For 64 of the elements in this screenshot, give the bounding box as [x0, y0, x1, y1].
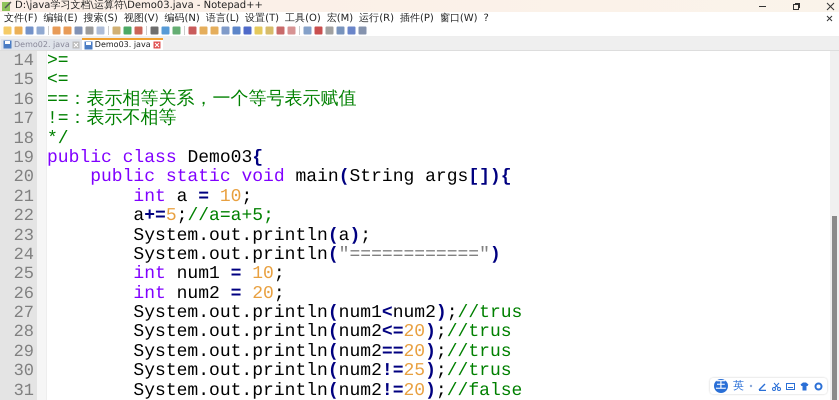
dot-icon[interactable]	[749, 382, 753, 390]
line-number: 25	[12, 265, 35, 285]
menu-item[interactable]: 工具(O)	[285, 12, 321, 24]
file-icon	[3, 40, 12, 49]
code-line: */	[47, 128, 69, 149]
line-number: 24	[12, 246, 35, 266]
menu-item[interactable]: 窗口(W)	[440, 12, 478, 24]
file-tab[interactable]: Demo03. java	[82, 38, 163, 50]
line-number: 29	[12, 342, 35, 362]
line-number: 14	[12, 52, 35, 72]
close-icon[interactable]	[826, 15, 833, 22]
line-number: 22	[12, 207, 35, 227]
menu-item[interactable]: 语言(L)	[206, 12, 240, 24]
code-line: public static void main(String args[]){	[89, 167, 512, 188]
code-line: !=：表示不相等	[47, 109, 177, 130]
menu-item[interactable]: 运行(R)	[359, 12, 394, 24]
line-number: 30	[12, 362, 35, 382]
scissors-icon[interactable]	[772, 382, 781, 390]
line-number: 18	[12, 130, 35, 149]
code-line: System.out.println("============")	[132, 244, 501, 265]
line-number: 19	[12, 148, 35, 168]
menu-item[interactable]: 编辑(E)	[44, 12, 78, 24]
menu-item[interactable]: 搜索(S)	[84, 12, 118, 24]
code-line: System.out.println(a);	[132, 226, 372, 246]
line-number: 31	[12, 382, 35, 400]
line-number: 15	[12, 71, 35, 91]
menu-item[interactable]: 编码(N)	[164, 12, 200, 24]
shirt-icon[interactable]	[800, 382, 809, 390]
notepad-icon	[2, 1, 12, 11]
code-line: <=	[47, 70, 69, 90]
code-line: System.out.println(num2!=20);//false	[132, 380, 522, 400]
ime-logo[interactable]: 王	[714, 379, 728, 393]
line-number: 23	[12, 226, 35, 246]
ime-mode[interactable]: 英	[733, 379, 744, 393]
keyboard-icon[interactable]	[786, 382, 795, 390]
code-line: a+=5;//a=a+5;	[132, 206, 274, 226]
settings-icon[interactable]	[814, 382, 823, 390]
code-line: public class Demo03{	[47, 148, 264, 168]
line-number: 26	[12, 284, 35, 304]
code-line: System.out.println(num2==20);//trus	[132, 342, 512, 362]
code-line: System.out.println(num1<num2);//trus	[132, 303, 522, 324]
menu-item[interactable]: 视图(V)	[124, 12, 158, 24]
restore-icon[interactable]	[792, 2, 801, 10]
menu-item[interactable]: 宏(M)	[326, 12, 354, 24]
line-number: 28	[12, 323, 35, 343]
line-number: 27	[12, 304, 35, 324]
menu-item[interactable]: ?	[484, 12, 489, 24]
file-icon	[84, 40, 93, 50]
line-number: 16	[12, 90, 35, 110]
line-number: 17	[12, 110, 35, 130]
menu-item[interactable]: 插件(P)	[400, 12, 434, 24]
code-line: >=	[47, 51, 69, 71]
code-line: int num1 = 10;	[132, 264, 285, 284]
menu-item[interactable]: 文件(F)	[4, 12, 38, 24]
code-line: int a = 10;	[132, 186, 252, 207]
menu-item[interactable]: 设置(T)	[245, 12, 280, 24]
line-number: 20	[12, 168, 35, 188]
code-line: System.out.println(num2!=25);//trus	[132, 361, 512, 382]
close-icon[interactable]	[826, 2, 835, 10]
line-number: 21	[12, 188, 35, 208]
pen-icon[interactable]	[758, 382, 767, 390]
code-line: System.out.println(num2<=20);//trus	[132, 322, 512, 342]
code-line: int num2 = 20;	[132, 284, 285, 304]
scrollbar[interactable]	[830, 51, 839, 400]
